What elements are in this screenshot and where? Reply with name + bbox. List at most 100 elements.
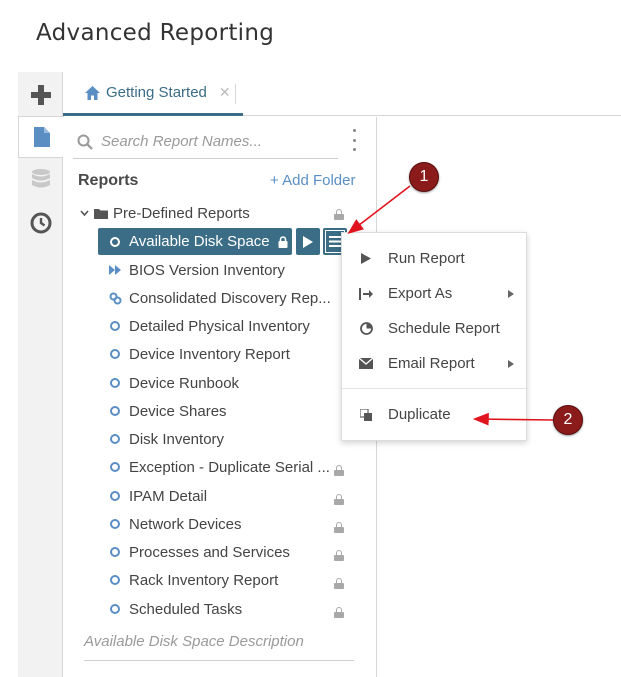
more-options-icon[interactable] xyxy=(349,129,359,151)
selected-report[interactable]: Available Disk Space xyxy=(98,228,292,255)
export-icon xyxy=(359,287,373,301)
list-item-label: Device Runbook xyxy=(129,374,240,392)
list-item[interactable]: BIOS Version Inventory xyxy=(108,258,285,282)
tab-strip: Getting Started ✕ xyxy=(63,72,621,116)
list-item[interactable]: Detailed Physical Inventory xyxy=(108,314,310,338)
list-item[interactable]: Device Runbook xyxy=(108,371,239,395)
list-item-label: BIOS Version Inventory xyxy=(129,261,285,279)
report-ring-icon xyxy=(108,235,122,249)
list-item[interactable]: Device Inventory Report xyxy=(108,342,290,366)
list-item[interactable]: Processes and Services xyxy=(108,540,290,564)
list-item-label: Scheduled Tasks xyxy=(129,600,243,618)
list-item[interactable]: Consolidated Discovery Rep... xyxy=(108,286,331,310)
list-item-label: Detailed Physical Inventory xyxy=(129,317,310,335)
report-ring-icon xyxy=(108,602,122,616)
menu-item-label: Duplicate xyxy=(388,406,451,423)
report-ring-icon xyxy=(108,404,122,418)
page-title: Advanced Reporting xyxy=(36,20,275,46)
list-item[interactable]: Device Shares xyxy=(108,399,227,423)
menu-item-email-report[interactable]: Email Report xyxy=(342,346,528,381)
lock-icon xyxy=(334,607,344,618)
menu-item-label: Run Report xyxy=(388,250,465,267)
tab-getting-started[interactable]: Getting Started ✕ xyxy=(63,72,243,116)
hamburger-icon xyxy=(329,236,341,247)
run-report-button[interactable] xyxy=(296,228,320,255)
list-item[interactable]: Rack Inventory Report xyxy=(108,568,278,592)
report-ring-icon xyxy=(108,319,122,333)
report-ring-icon xyxy=(108,376,122,390)
list-item[interactable]: Exception - Duplicate Serial ... xyxy=(108,455,330,479)
folder-pre-defined-reports[interactable]: Pre-Defined Reports xyxy=(80,205,250,222)
callout-badge-2: 2 xyxy=(553,405,583,435)
lock-icon xyxy=(334,465,344,476)
submenu-arrow-icon xyxy=(508,289,514,298)
folder-icon xyxy=(94,209,108,219)
list-item[interactable]: Disk Inventory xyxy=(108,427,224,451)
discovery-icon xyxy=(108,291,122,305)
selected-report-label: Available Disk Space xyxy=(129,233,270,250)
list-item-label: Device Inventory Report xyxy=(129,345,290,363)
list-item-label: Processes and Services xyxy=(129,543,290,561)
home-icon xyxy=(85,85,100,100)
list-item[interactable]: Scheduled Tasks xyxy=(108,597,242,621)
report-ring-icon xyxy=(108,517,122,531)
envelope-icon xyxy=(359,357,373,371)
list-item-label: Exception - Duplicate Serial ... xyxy=(129,458,330,476)
list-item-label: IPAM Detail xyxy=(129,487,208,505)
report-ring-icon xyxy=(108,432,122,446)
report-context-menu: Run Report Export As Schedule Report Ema… xyxy=(341,232,528,441)
list-item-label: Network Devices xyxy=(129,515,242,533)
menu-item-label: Email Report xyxy=(388,355,475,372)
report-description: Available Disk Space Description xyxy=(84,633,354,661)
submenu-arrow-icon xyxy=(508,359,514,368)
list-item-label: Consolidated Discovery Rep... xyxy=(129,289,331,307)
left-rail xyxy=(18,72,64,677)
reports-panel: Reports + Add Folder Pre-Defined Reports… xyxy=(63,117,377,677)
report-ring-icon xyxy=(108,545,122,559)
search-box xyxy=(73,125,338,159)
menu-item-run-report[interactable]: Run Report xyxy=(342,241,528,276)
play-icon xyxy=(359,252,373,266)
document-icon xyxy=(33,127,50,147)
menu-item-export-as[interactable]: Export As xyxy=(342,276,528,311)
list-item-label: Disk Inventory xyxy=(129,430,225,448)
clock-icon xyxy=(30,212,51,234)
pie-clock-icon xyxy=(359,322,373,336)
menu-divider xyxy=(342,388,528,389)
database-nav-button[interactable] xyxy=(18,158,63,200)
plus-icon xyxy=(30,85,51,105)
tab-separator xyxy=(235,84,236,104)
lock-icon xyxy=(334,578,344,589)
list-item[interactable]: Network Devices xyxy=(108,512,242,536)
menu-item-label: Export As xyxy=(388,285,453,302)
list-item[interactable]: IPAM Detail xyxy=(108,484,207,508)
list-item-label: Rack Inventory Report xyxy=(129,571,279,589)
lock-icon xyxy=(334,494,344,505)
duplicate-icon xyxy=(359,408,373,422)
lock-icon xyxy=(278,235,288,248)
add-button[interactable] xyxy=(18,74,63,116)
add-folder-link[interactable]: + Add Folder xyxy=(270,172,355,189)
callout-badge-1: 1 xyxy=(409,162,439,192)
lock-icon xyxy=(334,209,344,220)
reports-nav-button[interactable] xyxy=(18,116,64,158)
chevron-down-icon xyxy=(80,210,89,217)
report-ring-icon xyxy=(108,489,122,503)
folder-label: Pre-Defined Reports xyxy=(113,205,250,222)
reports-heading: Reports xyxy=(78,172,139,189)
lock-icon xyxy=(334,550,344,561)
search-icon xyxy=(77,134,93,150)
database-icon xyxy=(31,169,50,188)
report-ring-icon xyxy=(108,347,122,361)
report-ring-icon xyxy=(108,460,122,474)
lock-icon xyxy=(334,522,344,533)
tab-label: Getting Started xyxy=(106,84,207,101)
tab-close-icon[interactable]: ✕ xyxy=(219,84,231,101)
menu-item-label: Schedule Report xyxy=(388,320,500,337)
list-item-label: Device Shares xyxy=(129,402,227,420)
history-nav-button[interactable] xyxy=(18,202,63,244)
menu-item-schedule-report[interactable]: Schedule Report xyxy=(342,311,528,346)
menu-item-duplicate[interactable]: Duplicate xyxy=(342,397,528,432)
search-input[interactable] xyxy=(101,133,331,150)
play-icon xyxy=(303,235,313,248)
